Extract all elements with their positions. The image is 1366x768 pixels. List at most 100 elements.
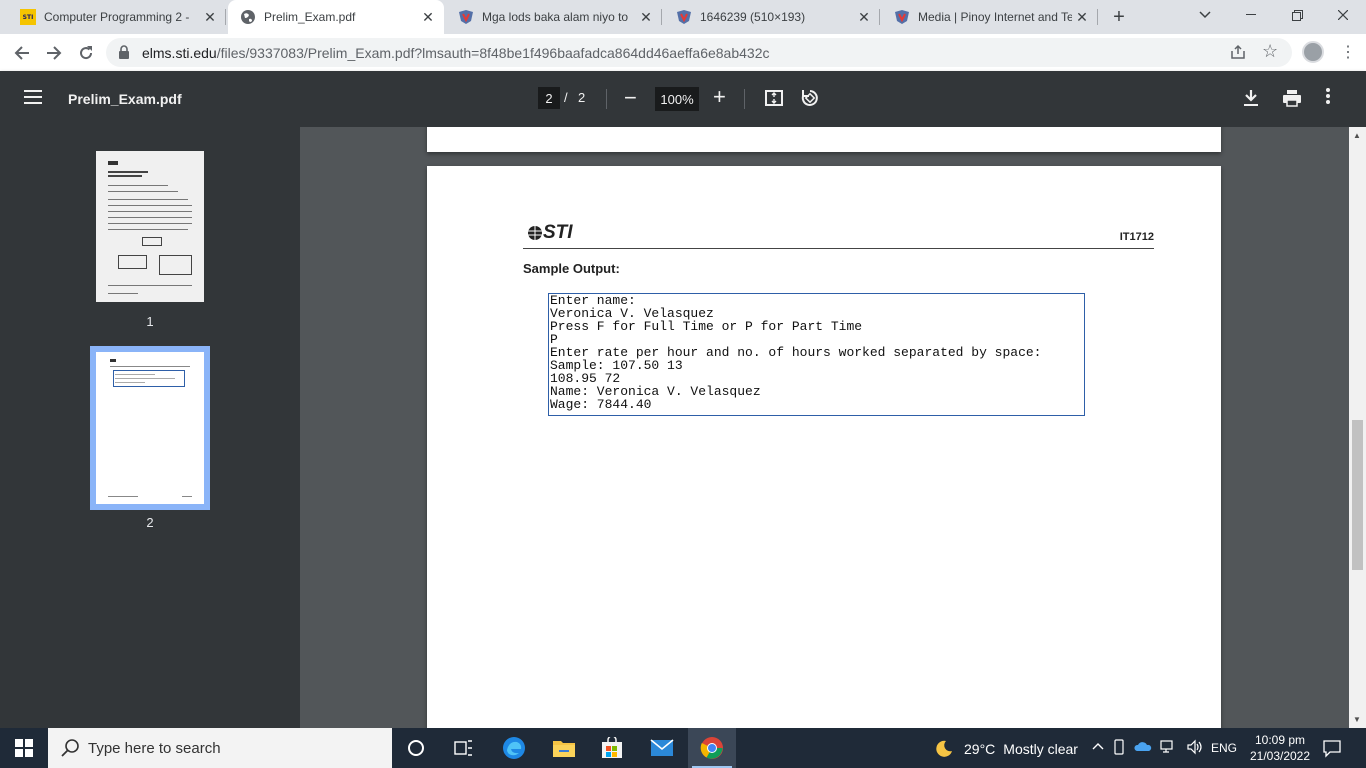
course-code: IT1712 bbox=[1119, 231, 1154, 243]
start-button[interactable] bbox=[0, 728, 48, 768]
store-icon bbox=[602, 737, 622, 758]
close-icon[interactable]: ✕ bbox=[200, 7, 220, 27]
url-domain: elms.sti.edu bbox=[142, 45, 217, 61]
menu-icon[interactable] bbox=[24, 90, 42, 109]
windows-logo-icon bbox=[15, 739, 33, 757]
vertical-scrollbar[interactable]: ▲ ▼ bbox=[1349, 127, 1366, 728]
zoom-level-input[interactable]: 100% bbox=[655, 87, 699, 111]
taskbar-clock[interactable]: 10:09 pm 21/03/2022 bbox=[1246, 732, 1314, 764]
tab-title: Media | Pinoy Internet and Te bbox=[918, 10, 1072, 24]
output-line: Wage: 7844.40 bbox=[550, 397, 652, 412]
thumbnail-sidebar: 1 2 bbox=[0, 127, 300, 728]
windows-taskbar: Type here to search 29°C Mostly clear EN… bbox=[0, 728, 1366, 768]
restore-button[interactable] bbox=[1274, 0, 1320, 30]
language-indicator[interactable]: ENG bbox=[1211, 741, 1237, 755]
tab-search-button[interactable] bbox=[1182, 0, 1228, 30]
close-icon bbox=[1338, 10, 1348, 20]
clock-date: 21/03/2022 bbox=[1249, 749, 1311, 763]
more-options-icon[interactable] bbox=[1326, 88, 1330, 109]
restore-icon bbox=[1291, 9, 1303, 21]
zoom-in-button[interactable]: + bbox=[713, 84, 726, 110]
forward-button[interactable] bbox=[40, 39, 68, 67]
taskbar-chrome[interactable] bbox=[688, 728, 736, 768]
pdf-page-1 bbox=[427, 127, 1221, 152]
tab-computer-programming[interactable]: STI Computer Programming 2 - ✕ bbox=[8, 0, 226, 34]
minimize-icon bbox=[1246, 14, 1256, 15]
rotate-icon[interactable] bbox=[800, 88, 820, 113]
page-thumbnail-2[interactable] bbox=[96, 352, 204, 504]
minimize-button[interactable] bbox=[1228, 0, 1274, 30]
tab-separator bbox=[879, 9, 880, 25]
header-rule bbox=[523, 248, 1154, 249]
page-thumbnail-1[interactable] bbox=[96, 151, 204, 302]
edge-icon bbox=[503, 737, 525, 759]
tab-separator bbox=[225, 9, 226, 25]
cortana-button[interactable] bbox=[392, 728, 440, 768]
toolbar-divider bbox=[744, 89, 745, 109]
bookmark-star-icon[interactable]: ☆ bbox=[1262, 41, 1278, 62]
browser-toolbar: elms.sti.edu/files/9337083/Prelim_Exam.p… bbox=[0, 34, 1366, 71]
chevron-up-icon[interactable] bbox=[1092, 739, 1104, 758]
back-button[interactable] bbox=[8, 39, 36, 67]
tab-mga-lods[interactable]: Mga lods baka alam niyo to ✕ bbox=[446, 0, 662, 34]
tab-title: Computer Programming 2 - bbox=[44, 10, 190, 24]
page-number-input[interactable]: 2 bbox=[538, 87, 560, 109]
profile-avatar[interactable] bbox=[1302, 41, 1324, 63]
volume-icon[interactable] bbox=[1186, 739, 1204, 758]
chrome-icon bbox=[700, 737, 723, 759]
weather-widget[interactable]: 29°C Mostly clear bbox=[932, 738, 1078, 760]
forward-arrow-icon bbox=[47, 46, 62, 60]
close-window-button[interactable] bbox=[1320, 0, 1366, 30]
taskbar-mail[interactable] bbox=[638, 728, 686, 768]
tab-title: Prelim_Exam.pdf bbox=[264, 10, 356, 24]
thumbnail-label-2: 2 bbox=[146, 515, 154, 530]
print-icon[interactable] bbox=[1282, 88, 1302, 113]
close-icon[interactable]: ✕ bbox=[854, 7, 874, 27]
search-placeholder: Type here to search bbox=[88, 740, 221, 757]
onedrive-cloud-icon[interactable] bbox=[1134, 739, 1152, 758]
section-heading: Sample Output: bbox=[523, 261, 620, 276]
globe-icon bbox=[240, 9, 256, 25]
notification-center-icon[interactable] bbox=[1322, 738, 1342, 763]
taskbar-edge[interactable] bbox=[490, 728, 538, 768]
total-pages: 2 bbox=[578, 90, 586, 105]
scrollbar-thumb[interactable] bbox=[1352, 420, 1363, 570]
taskbar-file-explorer[interactable] bbox=[540, 728, 588, 768]
url-path: /files/9337083/Prelim_Exam.pdf?lmsauth=8… bbox=[216, 45, 770, 61]
share-icon[interactable] bbox=[1230, 44, 1246, 65]
thumbnail-label-1: 1 bbox=[146, 314, 154, 329]
tab-prelim-exam[interactable]: Prelim_Exam.pdf ✕ bbox=[228, 0, 444, 34]
page-separator: / bbox=[564, 90, 568, 105]
new-tab-button[interactable]: + bbox=[1106, 5, 1132, 29]
lock-icon[interactable] bbox=[118, 45, 130, 65]
fit-to-page-icon[interactable] bbox=[764, 88, 784, 113]
download-icon[interactable] bbox=[1242, 88, 1260, 113]
taskbar-store[interactable] bbox=[588, 728, 636, 768]
close-icon[interactable]: ✕ bbox=[1072, 7, 1092, 27]
task-view-button[interactable] bbox=[440, 728, 488, 768]
phone-link-icon[interactable] bbox=[1112, 739, 1126, 758]
output-line: Sample: 107.50 13 bbox=[550, 358, 683, 373]
logo-text: STI bbox=[543, 222, 573, 243]
close-icon[interactable]: ✕ bbox=[418, 7, 438, 27]
reload-icon bbox=[80, 46, 93, 60]
scroll-up-icon[interactable]: ▲ bbox=[1353, 131, 1361, 140]
network-icon[interactable] bbox=[1160, 739, 1178, 758]
tab-1646239[interactable]: 1646239 (510×193) ✕ bbox=[664, 0, 880, 34]
document-title: Prelim_Exam.pdf bbox=[68, 91, 182, 107]
scroll-down-icon[interactable]: ▼ bbox=[1353, 715, 1361, 724]
tab-media-pinoy[interactable]: Media | Pinoy Internet and Te ✕ bbox=[882, 0, 1098, 34]
zoom-out-button[interactable]: − bbox=[624, 85, 637, 111]
close-icon[interactable]: ✕ bbox=[636, 7, 656, 27]
reload-button[interactable] bbox=[72, 39, 100, 67]
pdf-viewer[interactable]: STI IT1712 Sample Output: Enter name: Ve… bbox=[300, 127, 1349, 728]
address-bar[interactable]: elms.sti.edu/files/9337083/Prelim_Exam.p… bbox=[106, 38, 1292, 67]
sti-globe-icon bbox=[528, 226, 542, 240]
clock-time: 10:09 pm bbox=[1254, 733, 1306, 747]
browser-menu-icon[interactable]: ⋮ bbox=[1340, 42, 1356, 62]
taskbar-search-box[interactable]: Type here to search bbox=[48, 728, 392, 768]
folder-icon bbox=[553, 741, 575, 757]
tab-title: Mga lods baka alam niyo to bbox=[482, 10, 629, 24]
weather-temperature: 29°C bbox=[964, 741, 996, 757]
tab-separator bbox=[1097, 9, 1098, 25]
